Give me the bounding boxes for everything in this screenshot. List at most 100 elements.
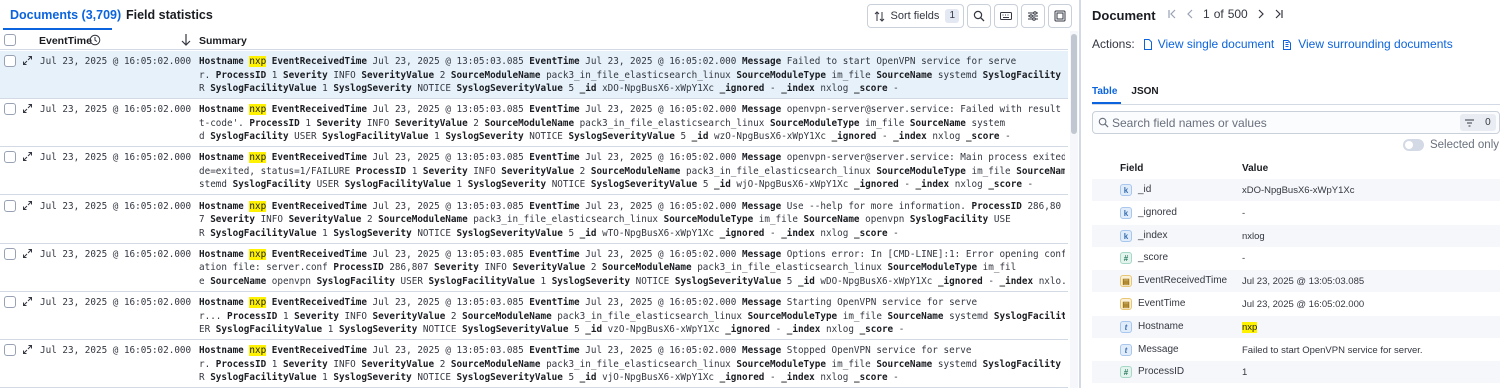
row-select-checkbox[interactable] (4, 344, 16, 357)
expand-document-icon[interactable] (22, 103, 33, 114)
field-key: _id (798, 275, 815, 287)
select-all-checkbox[interactable] (4, 34, 16, 46)
tab-field-statistics[interactable]: Field statistics (126, 8, 213, 22)
field-value: USE (1061, 70, 1065, 81)
expand-document-icon[interactable] (22, 200, 33, 211)
field-row-hostname[interactable]: t Hostname nxp (1092, 315, 1500, 338)
field-row-eventreceivedtime[interactable]: ▤ EventReceivedTime Jul 23, 2025 @ 13:05:0… (1092, 270, 1500, 293)
row-eventtime: Jul 23, 2025 @ 16:05:02.000 (40, 297, 192, 308)
row-select-checkbox[interactable] (4, 55, 16, 67)
filter-count: 0 (1485, 117, 1491, 128)
field-key: SourceModuleType (887, 262, 978, 274)
expand-document-icon[interactable] (22, 248, 33, 259)
view-surrounding-documents-link[interactable]: View surrounding documents (1282, 37, 1453, 51)
row-select-checkbox[interactable] (4, 103, 16, 116)
row-select-checkbox[interactable] (4, 296, 16, 308)
keyboard-shortcuts-button[interactable] (994, 4, 1018, 28)
sort-descending-icon[interactable] (180, 33, 192, 47)
row-select-checkbox[interactable] (4, 151, 16, 164)
field-key: SourceModuleType (876, 165, 966, 177)
field-key: SyslogFacilityValue (215, 324, 323, 335)
view-single-document-label: View single document (1157, 37, 1275, 51)
expand-document-icon[interactable] (22, 151, 33, 162)
field-key: EventTime (529, 104, 580, 116)
table-row[interactable]: Jul 23, 2025 @ 16:05:02.000 Hostname nxp … (0, 292, 1068, 340)
tab-documents[interactable]: Documents (3,709) (10, 8, 121, 22)
field-value: 2 (467, 117, 485, 129)
field-value: systemd (932, 69, 983, 81)
field-value: nxlog (820, 324, 860, 335)
previous-page-icon[interactable] (1185, 9, 1195, 19)
field-key: SyslogSeverityValue (674, 275, 782, 287)
field-value: USE (1061, 359, 1065, 370)
grid-scrollbar-thumb[interactable] (1071, 34, 1077, 134)
field-value: Jul 23, 2025 @ 16:05:02.000 (579, 248, 742, 260)
field-value: 2 (574, 165, 591, 177)
table-row[interactable]: Jul 23, 2025 @ 16:05:02.000 Hostname nxp … (0, 51, 1068, 99)
selected-only-toggle[interactable] (1402, 139, 1424, 151)
field-key: _index (915, 179, 950, 191)
table-row[interactable]: Jul 23, 2025 @ 16:05:02.000 Hostname nxp … (0, 196, 1068, 244)
field-key: SourceModuleName (590, 165, 681, 177)
field-value: Jul 23, 2025 @ 16:05:02.000 (579, 200, 742, 212)
table-row[interactable]: Jul 23, 2025 @ 16:05:02.000 Hostname nxp … (0, 147, 1068, 196)
column-header-eventtime[interactable]: EventTime (39, 35, 92, 47)
field-row-ignored[interactable]: k _ignored - (1092, 202, 1500, 224)
fullscreen-button[interactable] (1048, 4, 1072, 28)
field-value: vzO-NpgBusX6-xWpY1Xc (602, 324, 726, 335)
row-select-checkbox[interactable] (4, 199, 16, 212)
sort-fields-button[interactable]: Sort fields 1 (866, 4, 964, 28)
field-key: EventReceivedTime (271, 200, 367, 212)
field-search-placeholder: Search field names or values (1112, 115, 1267, 130)
field-key: SourceModuleName (450, 358, 541, 370)
field-row-message[interactable]: t Message Failed to start OpenVPN service … (1092, 339, 1500, 361)
grid-header: EventTime Summary (0, 31, 1068, 50)
tab-json[interactable]: JSON (1131, 86, 1158, 97)
field-value: Jul 23, 2025 @ 13:05:03.085 (366, 345, 530, 357)
field-value: im_file (965, 165, 1017, 177)
field-value: systemd (943, 310, 994, 322)
row-select-checkbox[interactable] (4, 247, 16, 260)
search-button[interactable] (967, 4, 991, 28)
field-value: Jul 23, 2025 @ 13:05:03.085 (1242, 276, 1365, 288)
field-row-processid[interactable]: # ProcessID 1 (1092, 361, 1500, 384)
field-value: - (982, 275, 1000, 287)
field-key: SourceModuleType (747, 310, 838, 322)
field-name: _id (1138, 184, 1152, 195)
table-row[interactable]: Jul 23, 2025 @ 16:05:02.000 Hostname nxp … (0, 340, 1068, 388)
tab-table[interactable]: Table (1092, 86, 1117, 97)
expand-document-icon[interactable] (22, 55, 33, 66)
field-row-score[interactable]: # _score - (1092, 247, 1500, 269)
column-header-summary[interactable]: Summary (199, 35, 247, 47)
field-key: Hostname (199, 248, 244, 260)
expand-document-icon[interactable] (22, 296, 33, 307)
expand-document-icon[interactable] (22, 344, 33, 355)
field-key: SourceModuleName (602, 262, 692, 274)
next-page-icon[interactable] (1256, 9, 1266, 19)
field-value: Jul 23, 2025 @ 16:05:02.000 (579, 104, 742, 116)
field-key: Hostname (199, 152, 244, 164)
field-value: Jul 23, 2025 @ 16:05:02.000 (579, 345, 742, 357)
field-value: pack3_in_file_elasticsearch_linux (467, 214, 664, 226)
field-row-eventtime[interactable]: ▤ EventTime Jul 23, 2025 @ 16:05:02.000 (1092, 293, 1500, 315)
field-search-input[interactable]: Search field names or values 0 (1092, 111, 1500, 134)
field-type-filter-button[interactable]: 0 (1460, 114, 1496, 131)
table-row[interactable]: Jul 23, 2025 @ 16:05:02.000 Hostname nxp … (0, 99, 1068, 148)
field-row-id[interactable]: k _id xDO-NpgBusX6-xWpY1Xc (1092, 179, 1500, 201)
field-value: INFO (338, 310, 373, 322)
grid-toolbar: Sort fields 1 (866, 4, 1072, 28)
field-value: 286,807 (383, 262, 435, 274)
field-value: nxlo... (1038, 275, 1065, 287)
field-row-index[interactable]: k _index nxlog (1092, 224, 1500, 247)
view-single-document-link[interactable]: View single document (1143, 37, 1275, 51)
field-value: wzO-NpgBusX6-xWpY1Xc (708, 131, 832, 143)
display-settings-button[interactable] (1021, 4, 1045, 28)
table-row[interactable]: Jul 23, 2025 @ 16:05:02.000 Hostname nxp … (0, 244, 1068, 292)
field-value: 5 (562, 227, 580, 239)
first-page-icon[interactable] (1167, 9, 1177, 19)
field-value: stemd (199, 179, 233, 191)
last-page-icon[interactable] (1274, 9, 1284, 19)
field-key: SyslogFacility (982, 69, 1062, 81)
field-value: 2 (361, 214, 379, 226)
filter-icon (1465, 119, 1475, 126)
